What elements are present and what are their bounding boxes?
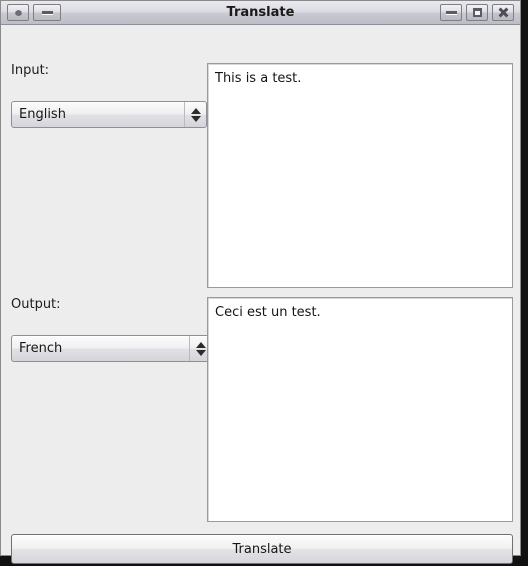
translate-button[interactable]: Translate xyxy=(11,534,513,564)
maximize-icon xyxy=(472,8,482,17)
output-textarea[interactable]: Ceci est un test. xyxy=(207,297,513,522)
window-titlebar[interactable]: Translate xyxy=(1,1,520,25)
translate-button-label: Translate xyxy=(232,541,292,557)
minimize-icon xyxy=(445,10,457,15)
output-label: Output: xyxy=(11,297,61,312)
input-text-value: This is a test. xyxy=(215,71,302,86)
window-menu-button[interactable] xyxy=(7,4,29,21)
titlebar-left-buttons xyxy=(1,4,61,21)
input-language-value: English xyxy=(19,107,66,122)
dash-icon xyxy=(41,10,53,15)
chevron-down-icon xyxy=(190,115,201,122)
translate-window: Translate Input: English This is a test. xyxy=(0,0,521,564)
output-language-value: French xyxy=(19,341,63,356)
input-textarea[interactable]: This is a test. xyxy=(207,63,513,288)
input-label: Input: xyxy=(11,63,50,78)
window-client-area: Input: English This is a test. Output: F… xyxy=(1,25,520,564)
close-button[interactable] xyxy=(492,4,514,21)
titlebar-right-buttons xyxy=(440,4,520,21)
minimize-button[interactable] xyxy=(440,4,462,21)
input-language-arrows[interactable] xyxy=(184,102,206,127)
output-text-value: Ceci est un test. xyxy=(215,305,321,320)
close-icon xyxy=(498,7,509,18)
input-language-select[interactable]: English xyxy=(11,101,207,128)
maximize-button[interactable] xyxy=(466,4,488,21)
output-language-select[interactable]: French xyxy=(11,335,212,362)
chevron-up-icon xyxy=(195,341,206,348)
shade-button[interactable] xyxy=(33,4,61,21)
circle-dot-icon xyxy=(14,9,22,16)
chevron-up-icon xyxy=(190,107,201,114)
chevron-down-icon xyxy=(195,349,206,356)
